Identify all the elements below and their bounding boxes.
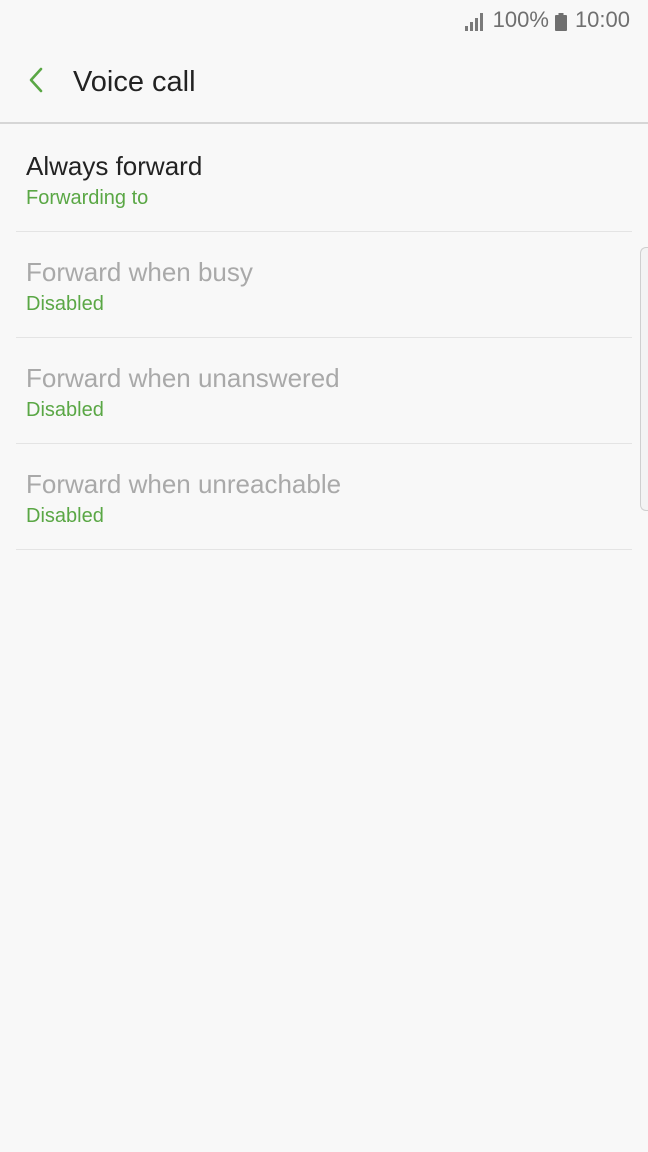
signal-icon	[464, 11, 485, 31]
list-item-forward-when-unreachable[interactable]: Forward when unreachable Disabled	[16, 444, 632, 550]
status-time: 10:00	[574, 7, 630, 32]
status-bar: 100% 10:00	[0, 0, 648, 40]
list-item-subtitle: Disabled	[26, 293, 104, 315]
list-item-subtitle: Disabled	[26, 399, 104, 421]
list-item-subtitle: Forwarding to	[26, 187, 149, 209]
list-item-title: Forward when unanswered	[26, 363, 340, 393]
list-item-forward-when-unanswered[interactable]: Forward when unanswered Disabled	[16, 338, 632, 444]
list-item-title: Forward when unreachable	[26, 469, 342, 499]
back-arrow-icon	[26, 66, 46, 99]
app-bar: Voice call	[0, 40, 648, 124]
screen: 100% 10:00 Voice call Always forward For…	[0, 0, 648, 1152]
forwarding-options-list: Always forward Forwarding to Forward whe…	[0, 126, 648, 550]
battery-icon	[554, 11, 567, 31]
list-item-subtitle: Disabled	[26, 505, 104, 527]
list-item-forward-when-busy[interactable]: Forward when busy Disabled	[16, 232, 632, 338]
list-item-title: Always forward	[26, 151, 203, 181]
list-item-always-forward[interactable]: Always forward Forwarding to	[16, 126, 632, 232]
back-button[interactable]	[18, 60, 54, 104]
battery-percent: 100%	[492, 7, 549, 32]
edge-panel-handle[interactable]	[640, 247, 648, 511]
list-item-title: Forward when busy	[26, 257, 253, 287]
page-title: Voice call	[73, 66, 196, 98]
